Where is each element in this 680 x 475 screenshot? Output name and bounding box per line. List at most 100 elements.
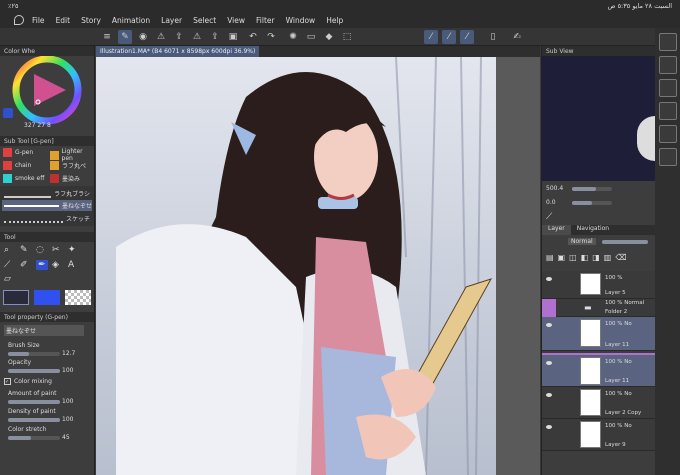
- edit-icon[interactable]: ✍: [510, 30, 524, 44]
- save-icon[interactable]: ▣: [226, 30, 240, 44]
- warning-icon-2[interactable]: ⚠: [190, 30, 204, 44]
- warning-icon[interactable]: ⚠: [154, 30, 168, 44]
- menu-view[interactable]: View: [227, 16, 245, 25]
- brush-tool-icon[interactable]: ✐: [20, 260, 28, 270]
- item-bank-icon[interactable]: [658, 125, 677, 143]
- lasso-tool-icon[interactable]: ◌: [36, 245, 44, 255]
- redo-icon[interactable]: ↷: [264, 30, 278, 44]
- opacity-slider[interactable]: [8, 369, 60, 373]
- layer-item[interactable]: 100 % No Layer 11: [542, 353, 655, 387]
- eye-icon[interactable]: [546, 277, 552, 281]
- scissors-tool-icon[interactable]: ✂: [52, 245, 60, 255]
- brush-selected[interactable]: 墨ねなぞせ: [2, 200, 92, 211]
- sub-tool-lighter-pen[interactable]: Lighter pen: [50, 148, 94, 162]
- tool-header: Tool: [0, 232, 94, 242]
- material-icon[interactable]: [658, 56, 677, 74]
- sub-tool-smoke[interactable]: smoke eff: [3, 174, 44, 183]
- menu-help[interactable]: Help: [326, 16, 343, 25]
- search-layer-icon[interactable]: [658, 148, 677, 166]
- eye-icon[interactable]: [546, 393, 552, 397]
- layer-opacity-slider[interactable]: [602, 240, 648, 244]
- canvas-area[interactable]: Illustration1.MA* (B4 6071 x 8598px 600d…: [96, 46, 540, 475]
- angle-value[interactable]: 0.0: [546, 199, 556, 206]
- sub-tool-gpen[interactable]: G-pen: [3, 148, 33, 157]
- stretch-slider[interactable]: [8, 436, 60, 440]
- canvas-tab[interactable]: Illustration1.MA* (B4 6071 x 8598px 600d…: [96, 46, 260, 57]
- pen-tool-icon[interactable]: ✎: [20, 245, 28, 255]
- menu-edit[interactable]: Edit: [56, 16, 71, 25]
- folder-item[interactable]: ▬ 100 % Normal Folder 2: [542, 299, 655, 317]
- gpen-tool-icon[interactable]: ✒: [36, 260, 48, 270]
- loading-icon[interactable]: ✺: [286, 30, 300, 44]
- layer-item[interactable]: 100 % No Layer 9: [542, 419, 655, 451]
- clear-icon[interactable]: ▭: [304, 30, 318, 44]
- transparent-swatch[interactable]: [65, 290, 91, 305]
- stabilizer-icon-1[interactable]: ⁄: [424, 30, 438, 44]
- layer-property-icon[interactable]: [658, 33, 677, 51]
- stretch-label: Color stretch: [8, 426, 47, 433]
- color-wheel[interactable]: [0, 56, 95, 128]
- brush-sketch[interactable]: スケッチ: [4, 214, 90, 223]
- sub-tool-rough-pen[interactable]: ラフ丸ぺ: [50, 161, 86, 170]
- app-logo-icon[interactable]: [14, 15, 24, 25]
- transform-icon[interactable]: ⬚: [340, 30, 354, 44]
- text-tool-icon[interactable]: A: [68, 260, 74, 270]
- layer-tool-icons[interactable]: ▤▣◫◧◨▥⌫: [546, 253, 631, 262]
- record-icon[interactable]: ◉: [136, 30, 150, 44]
- hamburger-icon[interactable]: ≡: [100, 30, 114, 44]
- stretch-value[interactable]: 45: [62, 434, 70, 441]
- opacity-value[interactable]: 100: [62, 367, 73, 374]
- stabilizer-icon-3[interactable]: ⁄: [460, 30, 474, 44]
- menu-layer[interactable]: Layer: [161, 16, 182, 25]
- undo-icon[interactable]: ↶: [246, 30, 260, 44]
- eyedropper-icon[interactable]: ⟋: [546, 212, 552, 222]
- eye-icon[interactable]: [546, 425, 552, 429]
- menu-story[interactable]: Story: [81, 16, 101, 25]
- brush-rough-round[interactable]: ラフ丸ブラシ: [4, 189, 90, 198]
- stabilizer-icon-2[interactable]: ⁄: [442, 30, 456, 44]
- phone-icon[interactable]: ▯: [486, 30, 500, 44]
- blend-mode-select[interactable]: Normal: [568, 238, 596, 245]
- sub-tool-chain[interactable]: chain: [3, 161, 31, 170]
- layer-item[interactable]: 100 % No Layer 11: [542, 317, 655, 351]
- foreground-swatch[interactable]: [3, 290, 29, 305]
- color-mixing-row[interactable]: ✓ Color mixing: [4, 378, 52, 385]
- eraser-tool-icon[interactable]: ▱: [4, 274, 11, 284]
- layer-name: Layer 9: [605, 442, 626, 448]
- wand-tool-icon[interactable]: ✦: [68, 245, 76, 255]
- amount-slider[interactable]: [8, 400, 60, 404]
- menu-file[interactable]: File: [32, 16, 45, 25]
- layer-item[interactable]: 100 % No Layer 2 Copy: [542, 387, 655, 419]
- pen-mode-icon[interactable]: ✎: [118, 30, 132, 44]
- sub-view-preview[interactable]: [542, 56, 655, 181]
- density-value[interactable]: 100: [62, 416, 73, 423]
- export-icon[interactable]: ⇪: [172, 30, 186, 44]
- zoom-tool-icon[interactable]: ⌕: [4, 245, 9, 255]
- brush-size-slider[interactable]: [8, 352, 60, 356]
- density-slider[interactable]: [8, 418, 60, 422]
- background-swatch[interactable]: [34, 290, 60, 305]
- zoom-slider[interactable]: [572, 187, 612, 191]
- menu-window[interactable]: Window: [286, 16, 316, 25]
- menu-filter[interactable]: Filter: [256, 16, 275, 25]
- history-icon[interactable]: [658, 79, 677, 97]
- tab-navigation[interactable]: Navigation: [571, 225, 615, 235]
- artwork[interactable]: [96, 57, 496, 475]
- brush-size-value[interactable]: 12.7: [62, 350, 75, 357]
- auto-action-icon[interactable]: [658, 102, 677, 120]
- menu-select[interactable]: Select: [193, 16, 216, 25]
- zoom-value[interactable]: 500.4: [546, 185, 563, 192]
- amount-value[interactable]: 100: [62, 398, 73, 405]
- eye-icon[interactable]: [546, 323, 552, 327]
- eyedropper-tool-icon[interactable]: ⟋: [4, 260, 10, 270]
- menu-animation[interactable]: Animation: [112, 16, 150, 25]
- layer-item[interactable]: 100 % Layer 5: [542, 271, 655, 299]
- main-color-swatch[interactable]: [3, 108, 13, 118]
- angle-slider[interactable]: [572, 201, 612, 205]
- tab-layer[interactable]: Layer: [542, 225, 571, 235]
- sub-tool-ink[interactable]: 墨染み: [50, 174, 80, 183]
- fill-tool-icon[interactable]: ◈: [52, 260, 59, 270]
- eye-icon[interactable]: [546, 361, 552, 365]
- fill-icon[interactable]: ◆: [322, 30, 336, 44]
- export-icon-2[interactable]: ⇪: [208, 30, 222, 44]
